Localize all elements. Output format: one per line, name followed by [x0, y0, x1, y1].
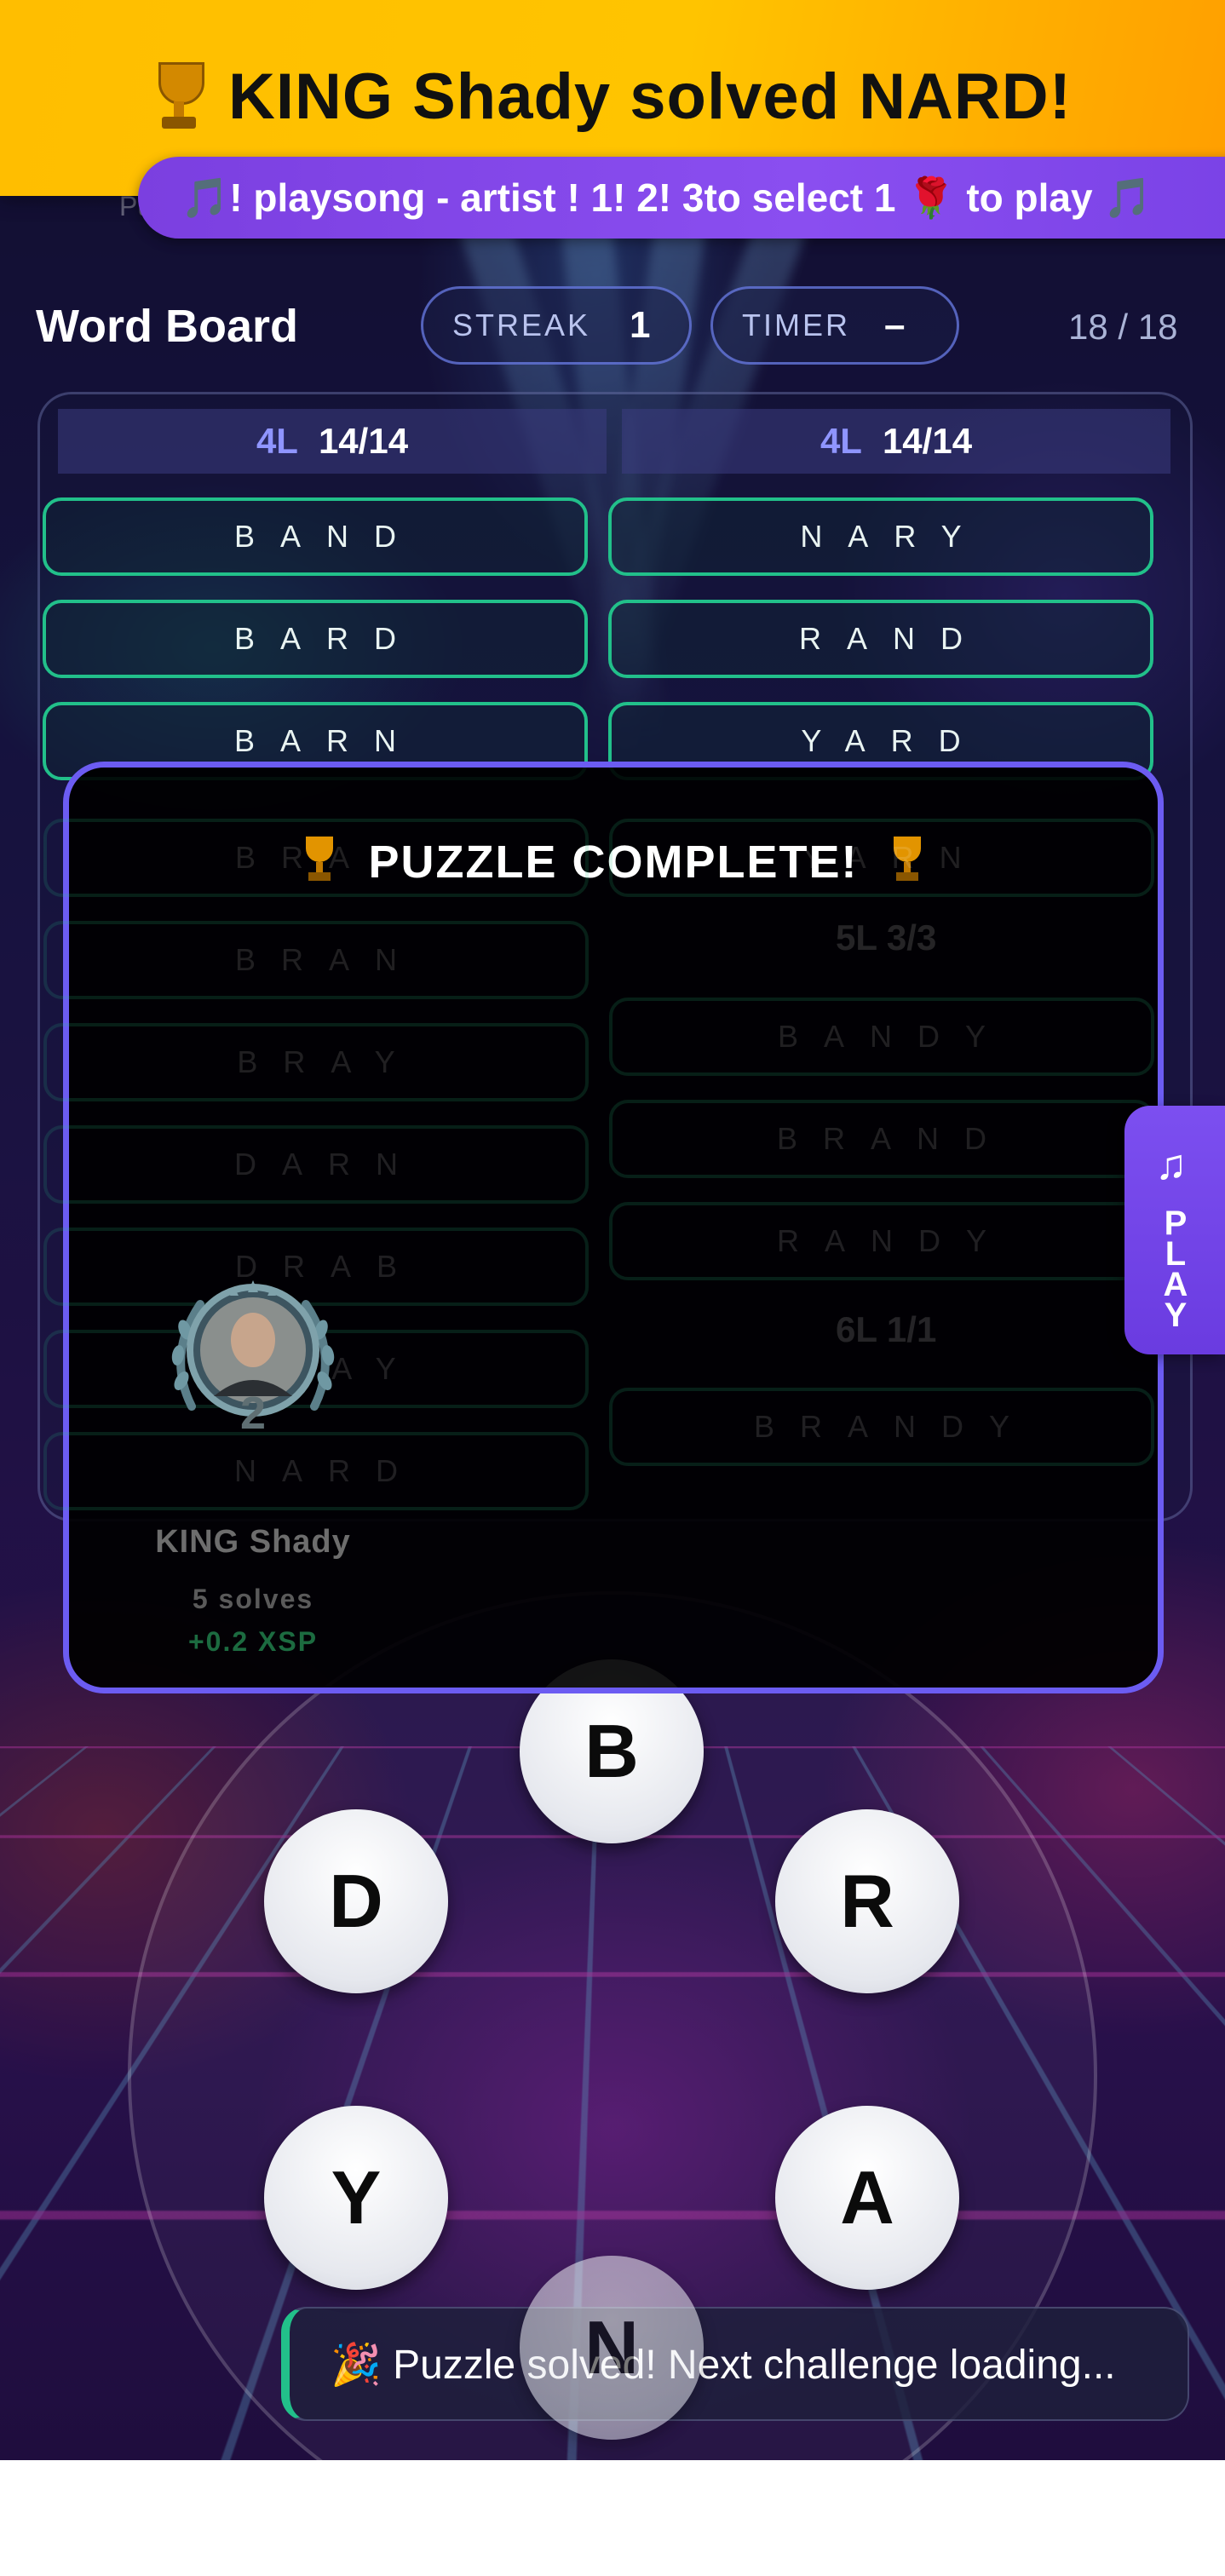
toast-text: 🎉 Puzzle solved! Next challenge loading.…: [331, 2342, 1116, 2388]
letter-button-n[interactable]: N: [520, 2256, 704, 2440]
column-progress: 14/14: [882, 421, 973, 461]
length-label: 4L: [256, 421, 298, 461]
ghost-word-tile: BRANDY: [609, 1388, 1154, 1466]
play-label-text: PLAY: [1159, 1205, 1193, 1334]
play-label-letter: A: [1163, 1266, 1188, 1303]
trophy-icon: [153, 61, 204, 132]
word-tile: BARD: [43, 600, 588, 678]
rank-badge: 2: [240, 1388, 266, 1439]
word-tile: BAND: [43, 497, 588, 576]
play-label: PLAY: [1159, 1205, 1193, 1334]
column-header-left: 4L 14/14: [58, 409, 607, 474]
column-progress: 14/14: [318, 421, 409, 461]
words-found-count: 18 / 18: [1068, 307, 1178, 347]
play-label-letter: P: [1164, 1205, 1188, 1242]
player-name: KING Shady: [155, 1524, 351, 1560]
song-request-ticker: 🎵! playsong - artist ! 1! 2! 3to select …: [138, 157, 1225, 239]
ghost-word-tile: BRAND: [609, 1100, 1154, 1178]
column-header-right: 4L 14/14: [622, 409, 1170, 474]
player-avatar: 2: [171, 1280, 335, 1439]
banner-text: KING Shady solved NARD!: [227, 60, 1073, 133]
ghost-word-tile: RANDY: [609, 1202, 1154, 1280]
ghost-word-tile: YARN: [609, 819, 1154, 897]
ghost-column-header: 5L 3/3: [836, 917, 937, 957]
length-label: 4L: [820, 421, 862, 461]
status-toast: 🎉 Puzzle solved! Next challenge loading.…: [281, 2307, 1189, 2421]
streak-value: 1: [630, 304, 651, 346]
streak-pill: STREAK 1: [421, 286, 692, 365]
ghost-word-tile: BANDY: [609, 998, 1154, 1076]
ghost-column-header: 6L 1/1: [836, 1309, 937, 1349]
word-tile: RAND: [608, 600, 1153, 678]
ghost-word-tile: BRAD: [43, 819, 589, 897]
play-label-letter: L: [1165, 1235, 1187, 1273]
player-solves: 5 solves: [192, 1584, 314, 1614]
ticker-text: 🎵! playsong - artist ! 1! 2! 3to select …: [181, 175, 1153, 220]
music-note-icon: ♫: [1155, 1141, 1188, 1188]
timer-pill: TIMER –: [710, 286, 959, 365]
ghost-word-tile: DARN: [43, 1125, 589, 1204]
page-title: Word Board: [36, 301, 298, 352]
play-label-letter: Y: [1164, 1297, 1188, 1334]
letter-button-r[interactable]: R: [775, 1809, 959, 1993]
ghost-word-tile: BRAN: [43, 921, 589, 999]
ghost-word-tile: BRAY: [43, 1023, 589, 1101]
letter-button-y[interactable]: Y: [264, 2106, 448, 2290]
puzzle-complete-modal: PUZZLE COMPLETE! BRAD BRAN BRAY DARN DRA…: [43, 762, 1164, 1693]
timer-value: –: [884, 304, 906, 346]
letter-button-d[interactable]: D: [264, 1809, 448, 1993]
player-xsp-reward: +0.2 XSP: [187, 1626, 319, 1657]
streak-label: STREAK: [452, 308, 591, 342]
word-tile: NARY: [608, 497, 1153, 576]
timer-label: TIMER: [742, 308, 850, 342]
letter-button-a[interactable]: A: [775, 2106, 959, 2290]
play-side-tab[interactable]: ♫ PLAY: [1124, 1106, 1225, 1354]
